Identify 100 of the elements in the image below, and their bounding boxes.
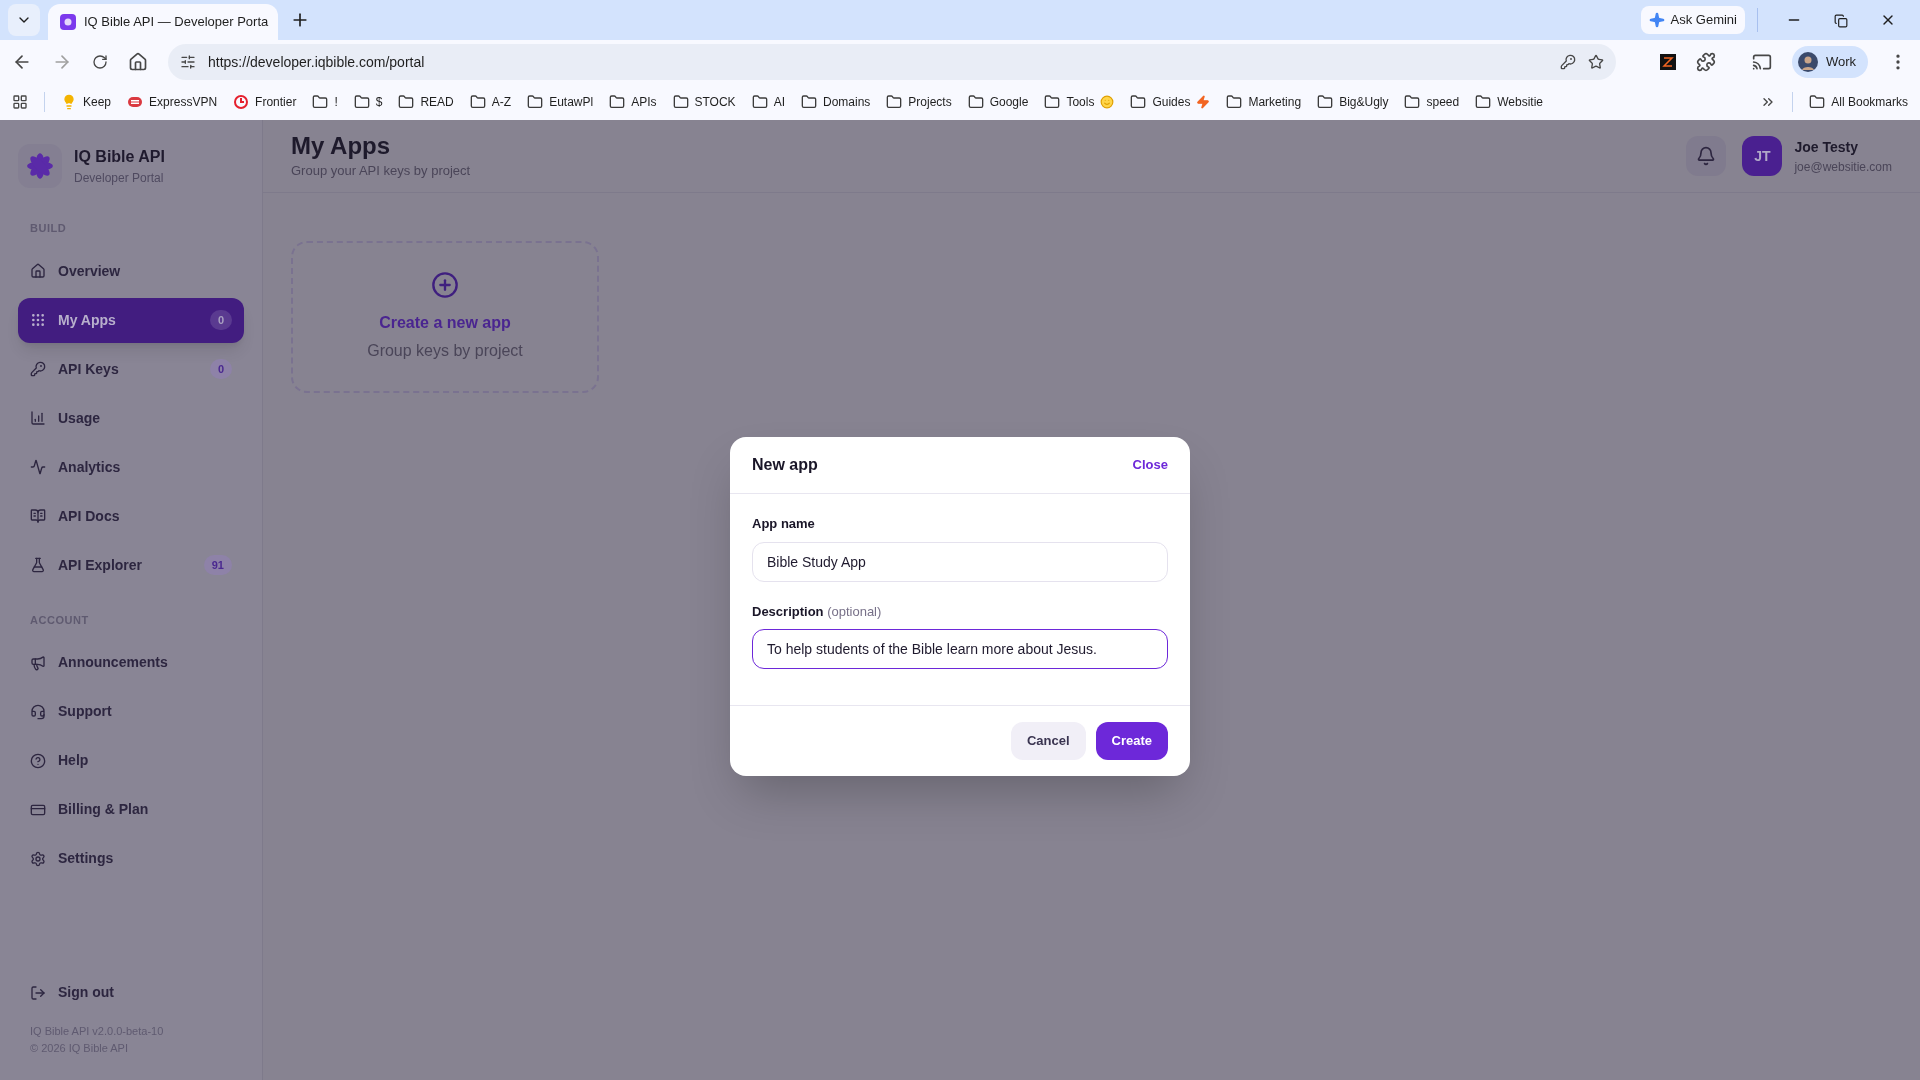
folder-icon xyxy=(353,94,370,110)
bookmark-link[interactable]: Keep xyxy=(83,93,112,111)
bookmark-link[interactable]: STOCK xyxy=(694,93,736,111)
create-button[interactable]: Create xyxy=(1095,722,1168,760)
card-subtitle: Group keys by project xyxy=(367,341,523,361)
flower-logo-icon xyxy=(26,152,54,180)
close-link[interactable]: Close xyxy=(1132,455,1168,475)
settings-icon xyxy=(30,850,46,867)
bookmark-link[interactable]: Projects xyxy=(908,93,952,111)
bookmark-link[interactable]: speed xyxy=(1426,93,1460,111)
ask-gemini-button[interactable]: Ask Gemini xyxy=(1640,6,1745,34)
restore-icon[interactable] xyxy=(1834,14,1848,28)
url-text: https://developer.iqbible.com/portal xyxy=(208,52,426,72)
user-email: joe@websitie.com xyxy=(1794,158,1892,176)
tab-list-button[interactable] xyxy=(8,4,40,36)
bookmark-link[interactable]: Big&Ugly xyxy=(1339,93,1389,111)
bookmark-link[interactable]: Google xyxy=(989,93,1029,111)
sparkle-icon xyxy=(1648,12,1665,28)
text-field[interactable]: To help students of the Bible learn more about Jesus. xyxy=(752,629,1168,669)
bookmark-link[interactable]: Domains xyxy=(822,93,871,111)
field-label: App name xyxy=(752,515,816,533)
folder-icon xyxy=(312,94,329,110)
nav-item[interactable]: Help xyxy=(18,738,244,783)
card-title: Create a new app xyxy=(379,313,511,333)
headset-icon xyxy=(30,703,46,720)
bookmark-star-icon[interactable] xyxy=(1587,54,1604,70)
page-title: My Apps xyxy=(291,131,392,162)
brand-title: IQ Bible API xyxy=(74,147,165,167)
flower-logo-icon xyxy=(60,14,76,30)
extensions-icon[interactable] xyxy=(1695,52,1716,72)
user-avatar[interactable]: JT xyxy=(1742,136,1783,176)
nav-item[interactable]: Announcements xyxy=(18,640,244,685)
folder-icon xyxy=(886,94,903,110)
activity-icon xyxy=(30,459,46,475)
bookmark-link[interactable]: $ xyxy=(375,93,383,111)
text-field[interactable]: Bible Study App xyxy=(752,541,1168,582)
bar-chart-icon xyxy=(30,410,46,426)
dialog-title: New app xyxy=(752,455,818,475)
browser-tab[interactable]: IQ Bible API — Developer Porta xyxy=(48,4,278,40)
bookmark-link[interactable]: ExpressVPN xyxy=(149,93,218,111)
cancel-button[interactable]: Cancel xyxy=(1010,722,1086,760)
bookmark-link[interactable]: Websitie xyxy=(1497,93,1543,111)
notifications-button[interactable] xyxy=(1686,136,1727,176)
key-icon xyxy=(30,361,46,377)
nav-item[interactable]: Settings xyxy=(18,836,244,881)
megaphone-icon xyxy=(30,654,46,671)
lightning-icon xyxy=(1196,95,1211,109)
apps-icon[interactable] xyxy=(12,94,28,110)
reload-icon[interactable] xyxy=(92,54,108,70)
sign-out-icon xyxy=(30,984,46,1001)
brand-subtitle: Developer Portal xyxy=(74,170,165,187)
home-icon[interactable] xyxy=(128,52,148,72)
nav-item[interactable]: Billing & Plan xyxy=(18,787,244,832)
folder-icon xyxy=(1404,94,1421,110)
folder-icon xyxy=(800,94,817,110)
smiley-icon xyxy=(1100,95,1115,109)
nav-item[interactable]: Overview xyxy=(18,248,244,294)
count-badge: 0 xyxy=(209,358,232,380)
avatar-icon xyxy=(1797,52,1818,72)
nav-item[interactable]: API Explorer 91 xyxy=(18,542,244,588)
folder-icon xyxy=(751,94,768,110)
cast-icon[interactable] xyxy=(1751,52,1772,72)
extension-icon[interactable] xyxy=(1659,54,1676,70)
nav-item[interactable]: My Apps 0 xyxy=(18,297,244,343)
bookmark-link[interactable]: A-Z xyxy=(491,93,512,111)
count-badge: 91 xyxy=(203,554,232,576)
address-bar[interactable]: https://developer.iqbible.com/portal xyxy=(168,44,1616,80)
bookmark-link[interactable]: Guides xyxy=(1152,93,1191,111)
bookmark-link[interactable]: ! xyxy=(334,93,338,111)
bookmark-link[interactable]: AI xyxy=(773,93,785,111)
bookmark-link[interactable]: Frontier xyxy=(255,93,297,111)
folder-icon xyxy=(672,94,689,110)
frontier-logo-icon xyxy=(233,94,250,110)
bookmark-link[interactable]: EutawPl xyxy=(549,93,594,111)
folder-icon xyxy=(967,94,984,110)
page-subtitle: Group your API keys by project xyxy=(291,162,472,181)
nav-item[interactable]: API Keys 0 xyxy=(18,346,244,392)
vpn-logo-icon xyxy=(127,94,144,110)
bookmark-link[interactable]: Tools xyxy=(1066,93,1095,111)
all-bookmarks-link[interactable]: All Bookmarks xyxy=(1831,93,1908,111)
lightbulb-icon xyxy=(61,94,77,110)
bookmark-link[interactable]: Marketing xyxy=(1248,93,1302,111)
folder-icon xyxy=(1130,94,1147,110)
site-settings-icon[interactable] xyxy=(180,54,196,70)
key-icon[interactable] xyxy=(1559,54,1576,70)
sign-out-button[interactable]: Sign out xyxy=(18,970,244,1015)
folder-icon xyxy=(469,94,486,110)
book-icon xyxy=(30,508,46,524)
bookmark-link[interactable]: READ xyxy=(420,93,454,111)
profile-button[interactable]: Work xyxy=(1791,46,1868,78)
flask-icon xyxy=(30,557,46,573)
folder-icon xyxy=(1475,94,1492,110)
folder-icon xyxy=(1044,94,1061,110)
nav-item[interactable]: Usage xyxy=(18,395,244,441)
nav-item[interactable]: API Docs xyxy=(18,493,244,539)
folder-icon xyxy=(1809,94,1826,110)
nav-item[interactable]: Support xyxy=(18,689,244,734)
home-icon xyxy=(30,263,46,279)
bookmark-link[interactable]: APIs xyxy=(631,93,657,111)
nav-item[interactable]: Analytics xyxy=(18,444,244,490)
